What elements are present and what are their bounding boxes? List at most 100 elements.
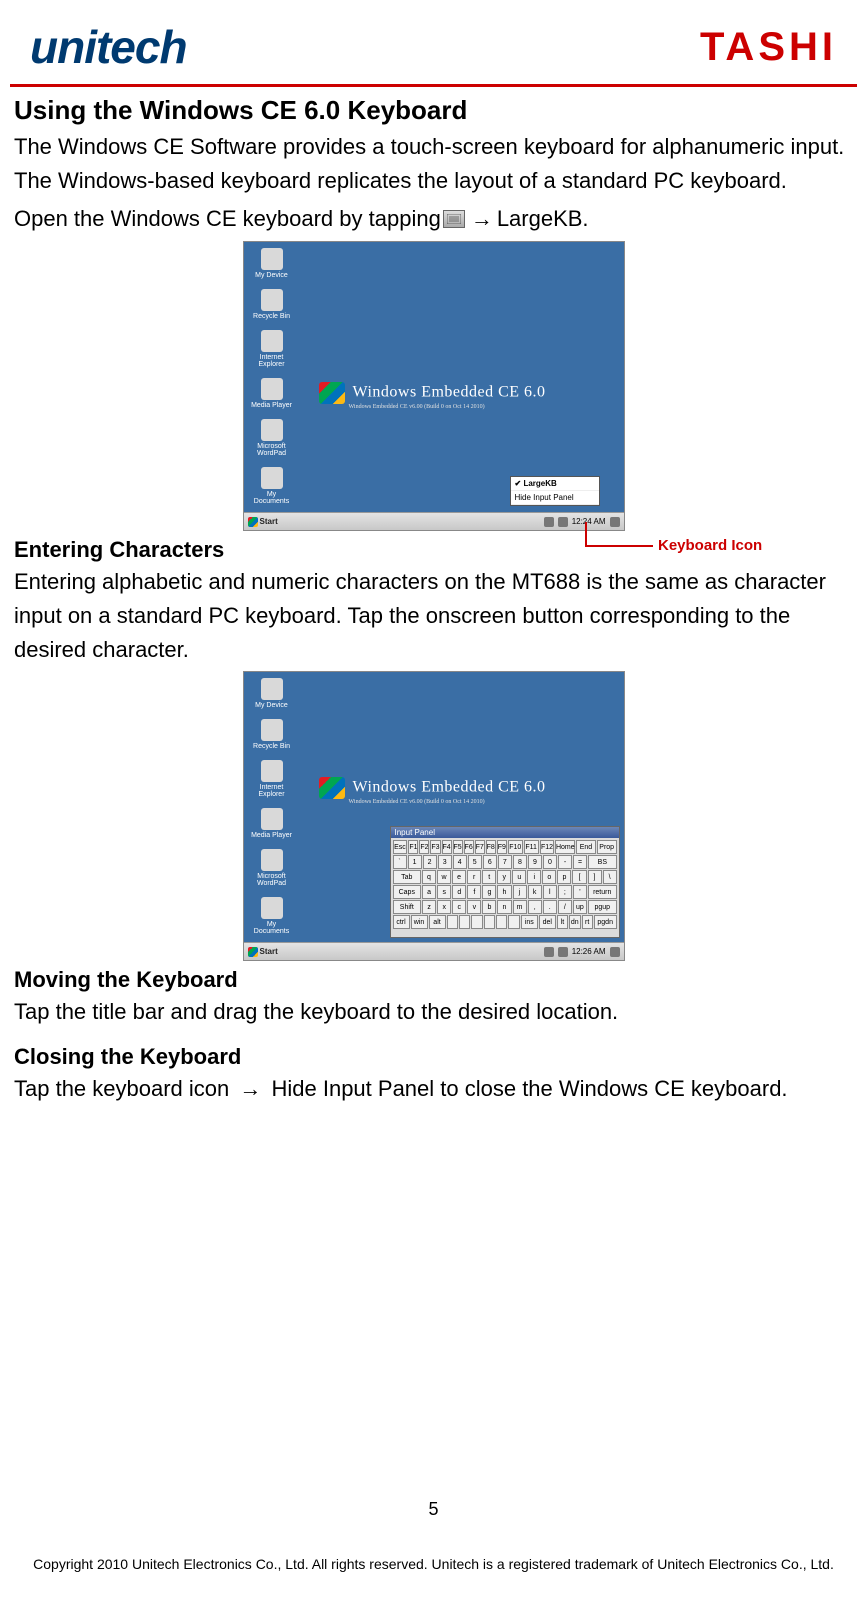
keyboard-key [508,915,519,929]
start-flag-icon [248,517,258,527]
keyboard-key: F2 [419,840,429,854]
arrow-icon: → [239,1076,261,1101]
start-button: Start [248,517,278,527]
copyright-footer: Copyright 2010 Unitech Electronics Co., … [0,1556,867,1572]
close-text-pre: Tap the keyboard icon [14,1076,235,1101]
desktop-icon: Media Player [250,378,294,409]
keyboard-key: 2 [423,855,437,869]
desktop-icon: Recycle Bin [250,289,294,320]
keyboard-key: s [437,885,451,899]
icon-label: Media Player [251,402,292,409]
keyboard-key: . [543,900,557,914]
keyboard-key: Prop [597,840,617,854]
keyboard-key [484,915,495,929]
keyboard-key: r [467,870,481,884]
keyboard-key: / [558,900,572,914]
keyboard-key: F9 [497,840,507,854]
keyboard-key: F1 [408,840,418,854]
desktop-icon: Internet Explorer [250,330,294,368]
section2-body: Entering alphabetic and numeric characte… [14,565,853,667]
page-number: 5 [0,1499,867,1520]
desktop-icons: My Device Recycle Bin Internet Explorer … [250,248,294,531]
keyboard-key: Tab [393,870,421,884]
desktop-icon: Microsoft WordPad [250,849,294,887]
keyboard-key: F4 [442,840,452,854]
icon-label: My Documents [250,491,294,505]
tap-text-post: LargeKB. [497,202,589,235]
content: Using the Windows CE 6.0 Keyboard The Wi… [10,87,857,1106]
keyboard-key: a [422,885,436,899]
keyboard-key: 3 [438,855,452,869]
keyboard-key: Home [555,840,575,854]
keyboard-key: h [497,885,511,899]
tray-icon [610,947,620,957]
keyboard-key: ` [393,855,407,869]
banner-text: Windows Embedded CE 6.0 [353,384,546,401]
keyboard-key: BS [588,855,616,869]
section3-body: Tap the title bar and drag the keyboard … [14,995,853,1029]
icon-label: Microsoft WordPad [250,443,294,457]
tray-icon [544,517,554,527]
keyboard-key: pgdn [594,915,617,929]
keyboard-key: d [452,885,466,899]
desktop-icon: Internet Explorer [250,760,294,798]
keyboard-key: Esc [393,840,408,854]
icon-label: Internet Explorer [250,784,294,798]
keyboard-key: w [437,870,451,884]
keyboard-key: ; [558,885,572,899]
callout-label-wrap: Keyboard Icon [658,537,762,555]
keyboard-key: 5 [468,855,482,869]
keyboard-key: ' [573,885,587,899]
keyboard-key: t [482,870,496,884]
icon-label: Microsoft WordPad [250,873,294,887]
keyboard-key: k [528,885,542,899]
taskbar: Start 12:24 AM [244,512,624,530]
keyboard-key: m [513,900,527,914]
tray-icon [544,947,554,957]
keyboard-key: i [527,870,541,884]
tray-icon [610,517,620,527]
keyboard-row: Shiftzxcvbnm,./uppgup [393,900,617,914]
page-header: unitech TASHI [10,20,857,87]
start-flag-icon [248,947,258,957]
icon-label: Recycle Bin [253,313,290,320]
keyboard-rows: EscF1F2F3F4F5F6F7F8F9F10F11F12HomeEndPro… [391,838,619,931]
keyboard-key: F8 [486,840,496,854]
logo-unitech: unitech [30,20,187,74]
keyboard-key: l [543,885,557,899]
keyboard-key: F11 [524,840,539,854]
keyboard-key: alt [429,915,446,929]
keyboard-row: Tabqwertyuiop[]\ [393,870,617,884]
system-tray: 12:26 AM [544,947,620,957]
keyboard-key: pgup [588,900,617,914]
keyboard-key: y [497,870,511,884]
screenshot1-container: My Device Recycle Bin Internet Explorer … [14,241,853,531]
tray-kb-icon [558,947,568,957]
keyboard-key [447,915,458,929]
system-tray: 12:24 AM [544,517,620,527]
desktop-icon: Microsoft WordPad [250,419,294,457]
keyboard-key: win [411,915,428,929]
keyboard-key: f [467,885,481,899]
keyboard-key: 8 [513,855,527,869]
icon-label: Media Player [251,832,292,839]
keyboard-key: dn [569,915,580,929]
keyboard-key: return [588,885,617,899]
windows-flag-icon [319,777,345,799]
keyboard-key: o [542,870,556,884]
keyboard-key: ctrl [393,915,410,929]
section1-body: The Windows CE Software provides a touch… [14,130,853,198]
keyboard-key: z [422,900,436,914]
arrow-icon: → [471,202,493,235]
desktop-icon: My Documents [250,467,294,505]
keyboard-row: EscF1F2F3F4F5F6F7F8F9F10F11F12HomeEndPro… [393,840,617,854]
onscreen-keyboard: Input Panel EscF1F2F3F4F5F6F7F8F9F10F11F… [390,826,620,938]
keyboard-key: F3 [430,840,440,854]
screenshot-desktop-2: My Device Recycle Bin Internet Explorer … [243,671,625,961]
keyboard-key: del [539,915,556,929]
keyboard-key: 9 [528,855,542,869]
keyboard-key: c [452,900,466,914]
keyboard-key: [ [572,870,586,884]
keyboard-key: ins [521,915,538,929]
keyboard-key [471,915,482,929]
